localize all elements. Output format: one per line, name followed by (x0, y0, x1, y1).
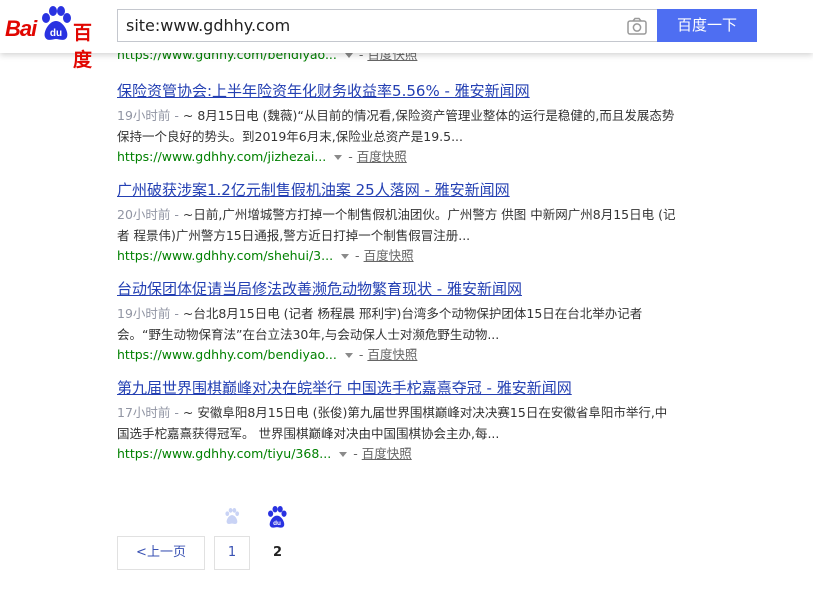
result-title-link[interactable]: 保险资管协会:上半年险资年化财务收益率5.56% - 雅安新闻网 (117, 81, 677, 101)
dropdown-arrow-icon[interactable] (341, 253, 350, 259)
camera-icon[interactable] (627, 17, 647, 35)
result-time: 19小时前 - (117, 306, 179, 321)
result-url-line: https://www.gdhhy.com/bendiyao... - 百度快照 (117, 347, 418, 362)
result-url[interactable]: https://www.gdhhy.com/shehui/3... (117, 248, 333, 263)
search-box (117, 9, 657, 42)
search-input[interactable] (118, 10, 634, 41)
current-page: 2 (273, 545, 283, 560)
baidu-paw-icon: du (42, 6, 71, 40)
result-abstract: 17小时前 - ~ 安徽阜阳8月15日电 (张俊)第九届世界围棋巅峰对决决赛15… (117, 405, 668, 441)
top-header: Bai du 百度 百度一下 (0, 0, 813, 71)
snapshot-link[interactable]: 百度快照 (367, 347, 417, 362)
page-1-button[interactable]: 1 (214, 536, 250, 570)
result-url-line: https://www.gdhhy.com/shehui/3... - 百度快照 (117, 248, 414, 263)
prev-page-button[interactable]: <上一页 (117, 536, 205, 570)
result-time: 20小时前 - (117, 207, 179, 222)
result-item: 广州破获涉案1.2亿元制售假机油案 25人落网 - 雅安新闻网 20小时前 - … (117, 180, 677, 266)
snapshot-link[interactable]: 百度快照 (364, 248, 414, 263)
search-button[interactable]: 百度一下 (657, 9, 757, 42)
result-time: 19小时前 - (117, 108, 179, 123)
pager-paw-icon (225, 508, 240, 524)
result-item: 第九届世界围棋巅峰对决在皖举行 中国选手柁嘉熹夺冠 - 雅安新闻网 17小时前 … (117, 378, 677, 464)
result-url[interactable]: https://www.gdhhy.com/tiyu/368... (117, 446, 331, 461)
baidu-logo[interactable]: Bai du 百度 (5, 6, 109, 71)
result-url[interactable]: https://www.gdhhy.com/jizhezai... (117, 149, 326, 164)
dropdown-arrow-icon[interactable] (339, 451, 348, 457)
result-url-line: https://www.gdhhy.com/tiyu/368... - 百度快照 (117, 446, 412, 461)
result-title-link[interactable]: 台动保团体促请当局修法改善濒危动物繁育现状 - 雅安新闻网 (117, 279, 677, 299)
logo-latin: Bai (5, 16, 37, 41)
snapshot-link[interactable]: 百度快照 (362, 446, 412, 461)
result-abstract: 19小时前 - ~ 8月15日电 (魏薇)“从目前的情况看,保险资产管理业整体的… (117, 108, 675, 144)
svg-text:du: du (273, 520, 281, 527)
dropdown-arrow-icon[interactable] (334, 154, 343, 160)
pager-paw-icon: du (268, 506, 287, 528)
dropdown-arrow-icon[interactable] (344, 52, 353, 58)
result-url-line: https://www.gdhhy.com/jizhezai... - 百度快照 (117, 149, 407, 164)
result-abstract: 19小时前 - ~台北8月15日电 (记者 杨程晨 邢利宇)台湾多个动物保护团体… (117, 306, 643, 342)
result-url[interactable]: https://www.gdhhy.com/bendiyao... (117, 347, 337, 362)
result-abstract: 20小时前 - ~日前,广州增城警方打掉一个制售假机油团伙。广州警方 供图 中新… (117, 207, 676, 243)
result-item: 保险资管协会:上半年险资年化财务收益率5.56% - 雅安新闻网 19小时前 -… (117, 81, 677, 167)
logo-chinese: 百度 (73, 22, 93, 71)
logo-du: du (50, 28, 62, 39)
snapshot-link[interactable]: 百度快照 (357, 149, 407, 164)
dropdown-arrow-icon[interactable] (344, 352, 353, 358)
result-item: 台动保团体促请当局修法改善濒危动物繁育现状 - 雅安新闻网 19小时前 - ~台… (117, 279, 677, 365)
result-title-link[interactable]: 第九届世界围棋巅峰对决在皖举行 中国选手柁嘉熹夺冠 - 雅安新闻网 (117, 378, 677, 398)
result-title-link[interactable]: 广州破获涉案1.2亿元制售假机油案 25人落网 - 雅安新闻网 (117, 180, 677, 200)
result-time: 17小时前 - (117, 405, 179, 420)
